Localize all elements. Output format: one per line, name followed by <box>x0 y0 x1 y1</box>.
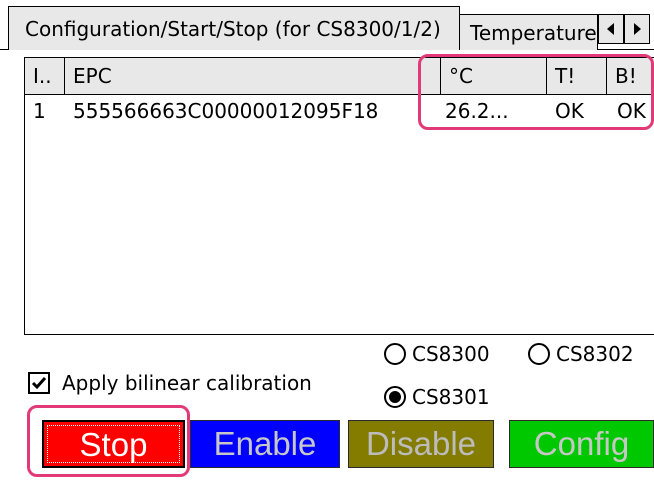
arrow-right-icon <box>634 23 641 35</box>
tab-temperature[interactable]: Temperature <box>460 14 598 50</box>
radio-cs8302[interactable] <box>528 343 550 365</box>
radio-cs8301-label: CS8301 <box>412 385 490 409</box>
radio-cs8301[interactable] <box>384 386 406 408</box>
disable-button[interactable]: Disable <box>348 420 494 468</box>
stop-button[interactable]: Stop <box>42 420 185 468</box>
cell-epc: 555566663C00000012095F18 <box>73 99 379 123</box>
bilinear-calibration-label: Apply bilinear calibration <box>62 371 312 395</box>
checkmark-icon <box>31 377 47 390</box>
tab-scroll-left-button[interactable] <box>598 14 624 44</box>
tab-scroll-right-button[interactable] <box>624 14 650 44</box>
temperature-columns-highlight <box>418 54 654 130</box>
radio-cs8300[interactable] <box>384 343 406 365</box>
enable-button[interactable]: Enable <box>190 420 340 468</box>
radio-cs8300-label: CS8300 <box>412 342 490 366</box>
column-header-epc[interactable]: EPC <box>65 58 441 95</box>
tab-configuration-start-stop[interactable]: Configuration/Start/Stop (for CS8300/1/2… <box>8 6 460 50</box>
radio-cs8302-label: CS8302 <box>556 342 634 366</box>
cell-index: 1 <box>33 99 46 123</box>
arrow-left-icon <box>607 23 614 35</box>
config-button[interactable]: Config <box>509 420 654 468</box>
column-header-index[interactable]: I.. <box>25 58 65 95</box>
bilinear-calibration-checkbox[interactable] <box>28 372 50 394</box>
